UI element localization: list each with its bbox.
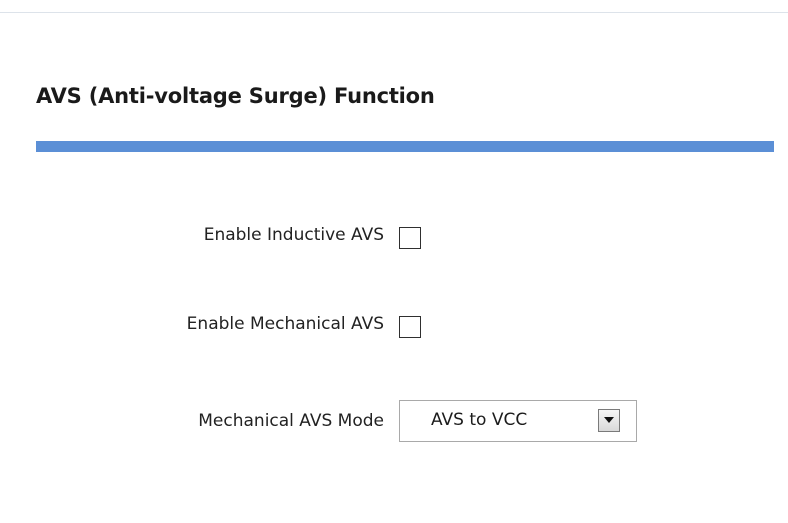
top-divider <box>0 12 788 13</box>
dropdown-arrow-button[interactable] <box>598 409 620 432</box>
mechanical-avs-label: Enable Mechanical AVS <box>186 314 384 334</box>
section-accent-bar <box>36 141 774 152</box>
inductive-avs-label: Enable Inductive AVS <box>203 225 384 245</box>
inductive-avs-row: Enable Inductive AVS <box>0 222 788 252</box>
mechanical-avs-mode-label: Mechanical AVS Mode <box>198 411 384 431</box>
mechanical-avs-mode-row: Mechanical AVS Mode AVS to VCC <box>0 400 788 442</box>
mechanical-avs-row: Enable Mechanical AVS <box>0 311 788 341</box>
mechanical-avs-mode-value: AVS to VCC <box>431 410 528 430</box>
chevron-down-icon <box>604 417 614 423</box>
section-title: AVS (Anti-voltage Surge) Function <box>36 84 435 108</box>
inductive-avs-checkbox[interactable] <box>399 227 421 249</box>
mechanical-avs-mode-select[interactable]: AVS to VCC <box>399 400 637 442</box>
mechanical-avs-checkbox[interactable] <box>399 316 421 338</box>
